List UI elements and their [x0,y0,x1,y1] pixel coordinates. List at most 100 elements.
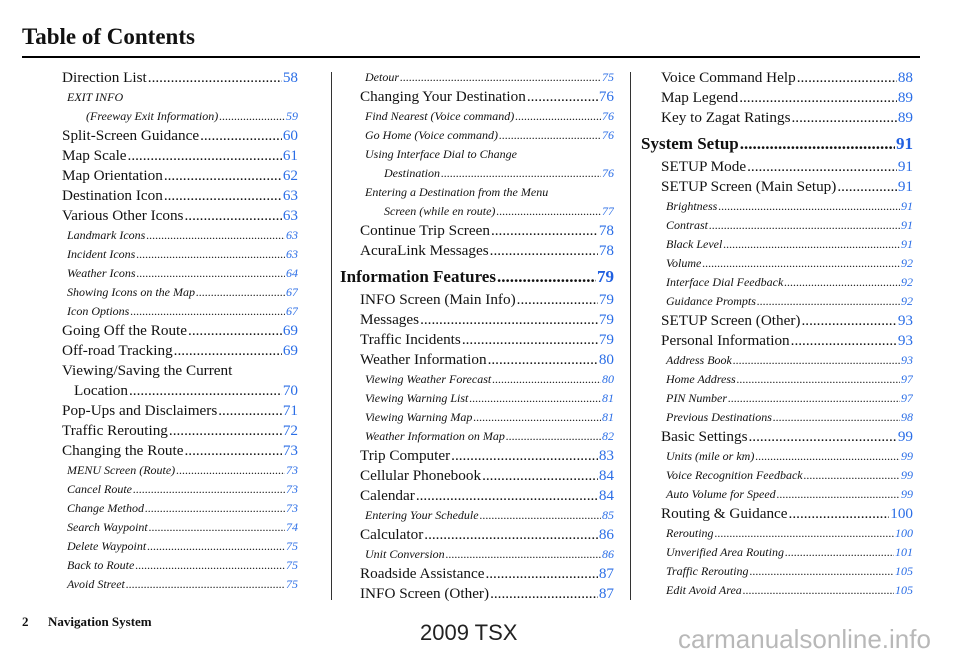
page-number-link[interactable]: 63 [286,245,298,264]
page-number-link[interactable]: 63 [286,226,298,245]
page-number-link[interactable]: 71 [283,401,298,421]
toc-entry[interactable]: Back to Route 75 [62,556,298,575]
toc-entry[interactable]: Calendar 84 [360,486,614,506]
toc-entry[interactable]: Landmark Icons 63 [62,226,298,245]
page-number-link[interactable]: 73 [286,461,298,480]
page-number-link[interactable]: 81 [602,389,614,408]
page-number-link[interactable]: 64 [286,264,298,283]
page-number-link[interactable]: 78 [599,241,614,261]
page-number-link[interactable]: 91 [898,177,913,197]
toc-entry[interactable]: Home Address 97 [661,370,913,389]
toc-entry[interactable]: INFO Screen (Main Info) 79 [360,290,614,310]
page-number-link[interactable]: 76 [602,164,614,183]
page-number-link[interactable]: 80 [602,370,614,389]
toc-entry[interactable]: INFO Screen (Other) 87 [360,584,614,604]
page-number-link[interactable]: 86 [599,525,614,545]
page-number-link[interactable]: 101 [895,543,913,562]
toc-entry[interactable]: Edit Avoid Area 105 [661,581,913,600]
page-number-link[interactable]: 76 [602,107,614,126]
page-number-link[interactable]: 73 [286,499,298,518]
page-number-link[interactable]: 91 [901,197,913,216]
toc-entry[interactable]: Detour 75 [360,68,614,87]
toc-entry[interactable]: Showing Icons on the Map 67 [62,283,298,302]
toc-entry[interactable]: Map Scale 61 [62,146,298,166]
page-number-link[interactable]: 91 [898,157,913,177]
toc-entry[interactable]: PIN Number 97 [661,389,913,408]
toc-entry[interactable]: Icon Options 67 [62,302,298,321]
toc-entry[interactable]: Pop-Ups and Disclaimers 71 [62,401,298,421]
page-number-link[interactable]: 61 [283,146,298,166]
toc-entry[interactable]: Units (mile or km) 99 [661,447,913,466]
page-number-link[interactable]: 92 [901,254,913,273]
page-number-link[interactable]: 86 [602,545,614,564]
toc-entry[interactable]: Map Orientation 62 [62,166,298,186]
toc-entry[interactable]: Viewing Weather Forecast 80 [360,370,614,389]
toc-entry[interactable]: Viewing Warning List 81 [360,389,614,408]
page-number-link[interactable]: 80 [599,350,614,370]
toc-entry[interactable]: Entering Your Schedule 85 [360,506,614,525]
toc-entry[interactable]: Off-road Tracking 69 [62,341,298,361]
page-number-link[interactable]: 78 [599,221,614,241]
page-number-link[interactable]: 85 [602,506,614,525]
page-number-link[interactable]: 79 [599,310,614,330]
toc-entry[interactable]: Guidance Prompts 92 [661,292,913,311]
toc-entry[interactable]: SETUP Mode 91 [661,157,913,177]
toc-entry[interactable]: Weather Information on Map 82 [360,427,614,446]
page-number-link[interactable]: 75 [602,68,614,87]
toc-entry[interactable]: Unverified Area Routing 101 [661,543,913,562]
page-number-link[interactable]: 75 [286,556,298,575]
toc-entry[interactable]: Auto Volume for Speed 99 [661,485,913,504]
toc-entry[interactable]: Roadside Assistance 87 [360,564,614,584]
page-number-link[interactable]: 62 [283,166,298,186]
page-number-link[interactable]: 79 [597,265,614,289]
page-number-link[interactable]: 97 [901,370,913,389]
toc-entry[interactable]: Traffic Rerouting 105 [661,562,913,581]
page-number-link[interactable]: 100 [895,524,913,543]
toc-entry[interactable]: Contrast 91 [661,216,913,235]
toc-entry[interactable]: Destination 76 [360,164,614,183]
page-number-link[interactable]: 73 [283,441,298,461]
page-number-link[interactable]: 105 [895,562,913,581]
page-number-link[interactable]: 76 [602,126,614,145]
page-number-link[interactable]: 58 [283,68,298,88]
toc-entry[interactable]: Black Level 91 [661,235,913,254]
page-number-link[interactable]: 91 [896,132,913,156]
page-number-link[interactable]: 99 [901,447,913,466]
page-number-link[interactable]: 67 [286,283,298,302]
page-number-link[interactable]: 93 [901,351,913,370]
toc-entry[interactable]: Basic Settings 99 [661,427,913,447]
toc-entry[interactable]: Map Legend 89 [661,88,913,108]
toc-entry[interactable]: Location 70 [62,381,298,401]
page-number-link[interactable]: 89 [898,88,913,108]
toc-entry[interactable]: Going Off the Route 69 [62,321,298,341]
toc-entry[interactable]: Split-Screen Guidance 60 [62,126,298,146]
toc-entry[interactable]: Volume 92 [661,254,913,273]
page-number-link[interactable]: 84 [599,486,614,506]
toc-entry[interactable]: SETUP Screen (Main Setup) 91 [661,177,913,197]
toc-entry[interactable]: AcuraLink Messages 78 [360,241,614,261]
toc-entry[interactable]: (Freeway Exit Information) 59 [62,107,298,126]
page-number-link[interactable]: 75 [286,537,298,556]
page-number-link[interactable]: 100 [890,504,913,524]
page-number-link[interactable]: 75 [286,575,298,594]
toc-entry[interactable]: Changing the Route 73 [62,441,298,461]
page-number-link[interactable]: 79 [599,290,614,310]
toc-entry[interactable]: Routing & Guidance 100 [661,504,913,524]
page-number-link[interactable]: 76 [599,87,614,107]
page-number-link[interactable]: 74 [286,518,298,537]
toc-section-entry[interactable]: System Setup 91 [641,132,913,156]
toc-entry[interactable]: Unit Conversion 86 [360,545,614,564]
page-number-link[interactable]: 91 [901,235,913,254]
page-number-link[interactable]: 92 [901,273,913,292]
toc-entry[interactable]: Go Home (Voice command) 76 [360,126,614,145]
page-number-link[interactable]: 88 [898,68,913,88]
toc-entry[interactable]: Destination Icon 63 [62,186,298,206]
page-number-link[interactable]: 99 [901,485,913,504]
toc-entry[interactable]: Previous Destinations 98 [661,408,913,427]
toc-entry[interactable]: Cellular Phonebook 84 [360,466,614,486]
toc-entry[interactable]: SETUP Screen (Other) 93 [661,311,913,331]
toc-entry[interactable]: Avoid Street 75 [62,575,298,594]
toc-entry[interactable]: Traffic Rerouting 72 [62,421,298,441]
toc-entry[interactable]: Change Method 73 [62,499,298,518]
page-number-link[interactable]: 98 [901,408,913,427]
